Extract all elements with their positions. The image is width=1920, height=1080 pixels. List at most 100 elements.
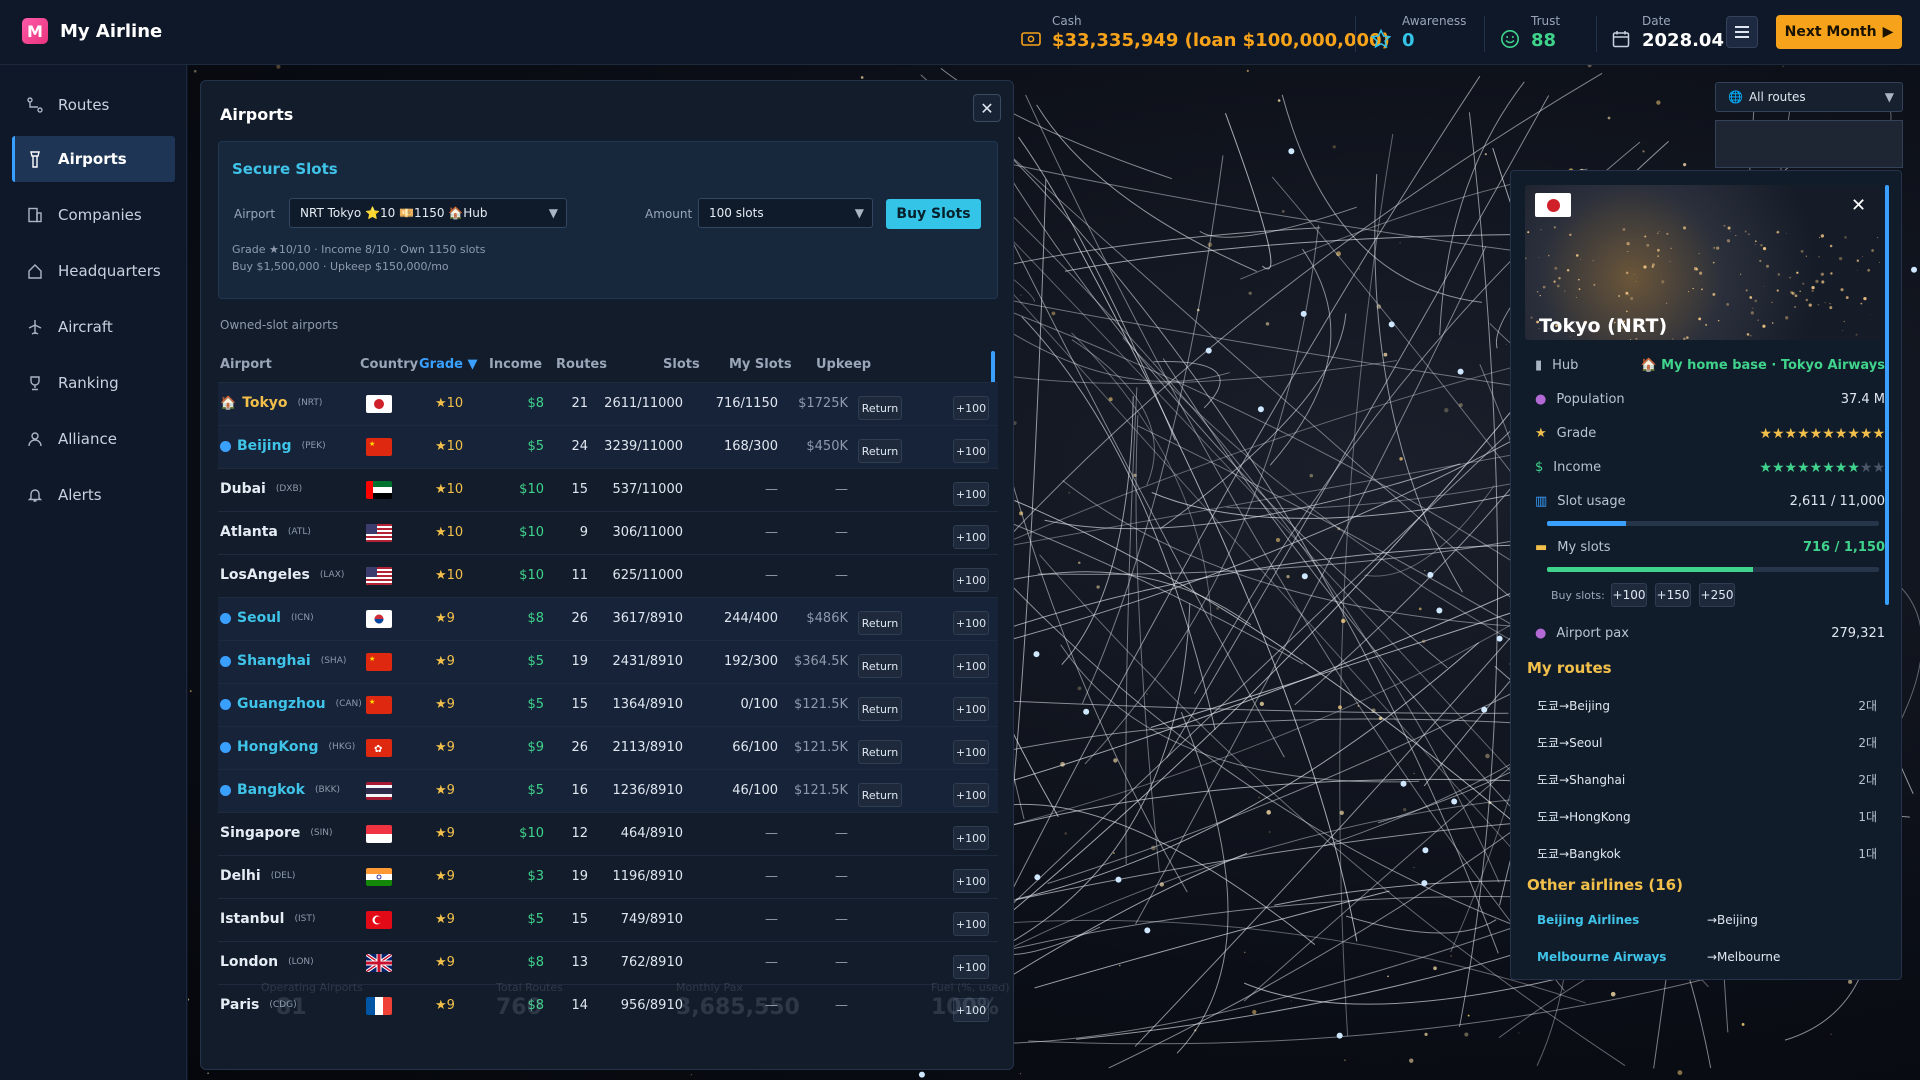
airport-marker[interactable] [1115,876,1122,883]
sidebar-item-ranking[interactable]: Ranking [12,360,175,406]
col-income[interactable]: Income [489,357,542,372]
sidebar-item-headquarters[interactable]: Headquarters [12,248,175,294]
add-100-button[interactable]: +100 [953,783,989,807]
table-row[interactable]: London (LON) ★9 $8 13 762/8910 — — +100 [218,941,998,984]
col-slots[interactable]: Slots [663,357,700,372]
table-row[interactable]: Istanbul (IST) ★9 $5 15 749/8910 — — +100 [218,898,998,941]
airport-marker[interactable] [1400,780,1407,787]
col-airport[interactable]: Airport [220,357,272,372]
buy-150-button[interactable]: +150 [1655,583,1691,607]
amount-select[interactable]: 100 slots ▼ [698,198,873,228]
airport-marker[interactable] [1911,266,1918,273]
table-row[interactable]: Atlanta (ATL) ★10 $10 9 306/11000 — — +100 [218,511,998,554]
close-button[interactable]: ✕ [973,94,1001,122]
table-row[interactable]: LosAngeles (LAX) ★10 $10 11 625/11000 — — +100 [218,554,998,597]
table-row[interactable]: Guangzhou (CAN) ★ ★9 $5 15 1364/8910 0/100 $121.… [218,683,998,726]
col-country[interactable]: Country [360,357,418,372]
airport-marker[interactable] [1422,847,1429,854]
buy-250-button[interactable]: +250 [1699,583,1735,607]
add-100-button[interactable]: +100 [953,869,989,893]
sidebar-item-alerts[interactable]: Alerts [12,472,175,518]
airport-marker[interactable] [1481,706,1488,713]
city-light [1745,289,1748,292]
table-row[interactable]: Delhi (DEL) ★9 $3 19 1196/8910 — — +100 [218,855,998,898]
return-button[interactable]: Return [858,396,902,420]
add-100-button[interactable]: +100 [953,568,989,592]
airport-marker[interactable] [1144,927,1151,934]
return-button[interactable]: Return [858,783,902,807]
list-item[interactable]: 도쿄→Seoul 2대 [1537,734,1877,754]
add-100-button[interactable]: +100 [953,826,989,850]
airport-marker[interactable] [1388,321,1395,328]
add-100-button[interactable]: +100 [953,955,989,979]
minimap[interactable] [1715,120,1903,168]
table-row[interactable]: Beijing (PEK) ★ ★10 $5 24 3239/11000 168/300 $45… [218,425,998,468]
table-row[interactable]: Singapore (SIN) ★9 $10 12 464/8910 — — +100 [218,812,998,855]
airport-marker[interactable] [1496,635,1503,642]
airline-name[interactable]: Beijing Airlines [1537,913,1639,927]
next-month-button[interactable]: Next Month ▶ [1776,15,1902,49]
upkeep-cell: $486K [806,611,848,626]
list-item[interactable]: 도쿄→Shanghai 2대 [1537,771,1877,791]
list-item[interactable]: 도쿄→Bangkok 1대 [1537,845,1877,865]
col-grade[interactable]: Grade ▼ [419,357,478,372]
airport-marker[interactable] [1336,1032,1343,1039]
detail-scrollbar[interactable] [1885,185,1889,605]
airport-select[interactable]: NRT Tokyo ⭐10 💴1150 🏠Hub ▼ [289,198,567,228]
menu-button[interactable] [1726,16,1758,48]
airport-marker[interactable] [1451,798,1458,805]
airport-marker[interactable] [1300,310,1307,317]
return-button[interactable]: Return [858,740,902,764]
sidebar-item-alliance[interactable]: Alliance [12,416,175,462]
airport-marker[interactable] [1205,347,1212,354]
add-100-button[interactable]: +100 [953,740,989,764]
sidebar-item-routes[interactable]: Routes [12,82,175,128]
sidebar-item-airports[interactable]: Airports [12,136,175,182]
table-row[interactable]: Shanghai (SHA) ★ ★9 $5 19 2431/8910 192/300 $364… [218,640,998,683]
airport-marker[interactable] [918,1071,925,1078]
add-100-button[interactable]: +100 [953,912,989,936]
route-filter-select[interactable]: 🌐 All routes ▼ [1715,82,1903,112]
add-100-button[interactable]: +100 [953,611,989,635]
list-item[interactable]: Beijing Airlines →Beijing [1537,913,1877,933]
close-icon[interactable]: ✕ [1851,195,1866,216]
return-button[interactable]: Return [858,611,902,635]
airport-marker[interactable] [1421,880,1428,887]
airport-marker[interactable] [1427,571,1434,578]
airport-marker[interactable] [1257,406,1264,413]
airport-marker[interactable] [1034,874,1041,881]
buy-slots-button[interactable]: Buy Slots [886,199,981,229]
sidebar-item-companies[interactable]: Companies [12,192,175,238]
airport-marker[interactable] [1436,607,1443,614]
buy-100-button[interactable]: +100 [1611,583,1647,607]
table-row[interactable]: Dubai (DXB) ★10 $10 15 537/11000 — — +100 [218,468,998,511]
add-100-button[interactable]: +100 [953,525,989,549]
list-item[interactable]: 도쿄→Beijing 2대 [1537,697,1877,717]
return-button[interactable]: Return [858,697,902,721]
return-button[interactable]: Return [858,654,902,678]
airport-marker[interactable] [1457,368,1464,375]
add-100-button[interactable]: +100 [953,697,989,721]
add-100-button[interactable]: +100 [953,439,989,463]
city-light [1713,246,1716,249]
sidebar-item-aircraft[interactable]: Aircraft [12,304,175,350]
table-row[interactable]: 🏠 Tokyo (NRT) ★10 $8 21 2611/11000 716/1150 $172… [218,382,998,425]
col-my-slots[interactable]: My Slots [729,357,792,372]
list-item[interactable]: Melbourne Airways →Melbourne [1537,950,1877,970]
airport-marker[interactable] [1301,573,1308,580]
airline-name[interactable]: Melbourne Airways [1537,950,1666,964]
add-100-button[interactable]: +100 [953,396,989,420]
table-row[interactable]: Seoul (ICN) ★9 $8 26 3617/8910 244/400 $486K Ret… [218,597,998,640]
airport-marker[interactable] [1033,651,1040,658]
table-row[interactable]: Bangkok (BKK) ★9 $5 16 1236/8910 46/100 $121.5K… [218,769,998,812]
col-upkeep[interactable]: Upkeep [816,357,871,372]
table-row[interactable]: HongKong (HKG) ✿ ★9 $9 26 2113/8910 66/100 $121.… [218,726,998,769]
add-100-button[interactable]: +100 [953,654,989,678]
slots-cell: 2113/8910 [612,740,683,755]
return-button[interactable]: Return [858,439,902,463]
list-item[interactable]: 도쿄→HongKong 1대 [1537,808,1877,828]
airport-marker[interactable] [1288,148,1295,155]
add-100-button[interactable]: +100 [953,482,989,506]
col-routes[interactable]: Routes [556,357,607,372]
airport-marker[interactable] [1083,708,1090,715]
